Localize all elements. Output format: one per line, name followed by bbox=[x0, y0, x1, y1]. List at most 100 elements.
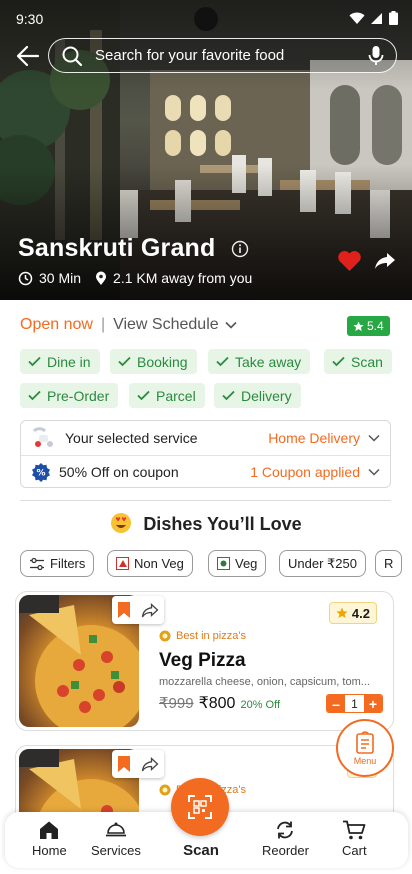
nav-cart[interactable]: Cart bbox=[342, 820, 367, 858]
delivery-scooter-icon bbox=[32, 427, 53, 447]
back-button[interactable] bbox=[14, 42, 42, 70]
view-schedule-button[interactable]: View Schedule bbox=[113, 316, 237, 334]
nav-reorder[interactable]: Reorder bbox=[262, 820, 309, 858]
filter-chip-veg[interactable]: Veg bbox=[208, 550, 267, 577]
filters-button[interactable]: Filters bbox=[20, 550, 95, 577]
coupon-label: 50% Off on coupon bbox=[59, 464, 179, 480]
battery-icon bbox=[389, 11, 398, 25]
quantity-stepper: – 1 + bbox=[326, 694, 383, 713]
dish-rating: 4.2 bbox=[351, 605, 370, 621]
heart-eyes-emoji-icon bbox=[111, 513, 132, 533]
filter-chip-under-250[interactable]: Under ₹250 bbox=[279, 550, 366, 577]
service-selection-box: Your selected service Home Delivery % 50… bbox=[20, 420, 391, 488]
search-bar[interactable]: Search for your favorite food bbox=[48, 38, 397, 73]
wifi-icon bbox=[349, 12, 365, 24]
medal-icon bbox=[159, 784, 171, 796]
chevron-down-icon bbox=[225, 321, 237, 329]
decrement-button[interactable]: – bbox=[327, 695, 345, 712]
discount-badge-icon: % bbox=[32, 463, 50, 482]
dish-actions bbox=[112, 750, 164, 778]
section-divider bbox=[20, 500, 391, 501]
dish-card[interactable]: 4.2 Best in pizza's Veg Pizza mozzarella… bbox=[15, 591, 394, 731]
check-icon bbox=[216, 356, 229, 367]
star-icon bbox=[353, 320, 364, 331]
menu-button[interactable]: Menu bbox=[336, 719, 394, 777]
service-chip-pre-order[interactable]: Pre-Order bbox=[20, 383, 119, 408]
menu-button-label: Menu bbox=[353, 755, 377, 766]
dish-actions bbox=[112, 596, 164, 624]
restaurant-hero: 9:30 Search for your favorite food Sansk… bbox=[0, 0, 412, 300]
service-chip-parcel[interactable]: Parcel bbox=[129, 383, 205, 408]
discounted-price: ₹800 bbox=[198, 695, 236, 712]
divider: | bbox=[100, 316, 106, 333]
heart-icon[interactable] bbox=[337, 250, 362, 272]
best-in-label: Best in pizza's bbox=[176, 630, 246, 642]
price-row: ₹999 ₹800 20% Off bbox=[159, 693, 280, 713]
coupon-row[interactable]: % 50% Off on coupon 1 Coupon applied bbox=[21, 455, 390, 489]
veg-icon bbox=[217, 557, 230, 570]
restaurant-rating: 5.4 bbox=[367, 319, 384, 333]
open-now-label: Open now bbox=[20, 316, 93, 333]
open-status-row: Open now | View Schedule bbox=[20, 316, 237, 334]
filter-chip-rating[interactable]: R bbox=[375, 550, 403, 577]
check-icon bbox=[28, 356, 41, 367]
filter-chip-label: Non Veg bbox=[134, 556, 184, 571]
service-chip-take-away[interactable]: Take away bbox=[208, 349, 311, 374]
dishes-title-text: Dishes You’ll Love bbox=[143, 514, 302, 534]
service-chip-label: Take away bbox=[235, 353, 302, 370]
bookmark-icon[interactable] bbox=[117, 755, 131, 773]
selected-service-value: Home Delivery bbox=[268, 430, 360, 446]
share-icon[interactable] bbox=[373, 251, 397, 271]
service-chip-label: Booking bbox=[137, 353, 188, 370]
clock-icon bbox=[18, 271, 33, 285]
chevron-down-icon bbox=[368, 468, 380, 476]
share-icon[interactable] bbox=[141, 756, 159, 772]
check-icon bbox=[118, 356, 131, 367]
qr-scan-icon bbox=[188, 795, 212, 819]
view-schedule-label: View Schedule bbox=[113, 316, 219, 333]
nav-label: Cart bbox=[342, 843, 367, 858]
original-price: ₹999 bbox=[159, 695, 194, 712]
service-chip-label: Scan bbox=[351, 353, 383, 370]
status-time: 9:30 bbox=[16, 11, 44, 27]
medal-icon bbox=[159, 630, 171, 642]
nav-label: Reorder bbox=[262, 843, 309, 858]
selected-service-label: Your selected service bbox=[65, 430, 198, 446]
scan-button[interactable] bbox=[171, 778, 229, 836]
share-icon[interactable] bbox=[141, 602, 159, 618]
service-chip-dine-in[interactable]: Dine in bbox=[20, 349, 100, 374]
service-chip-scan[interactable]: Scan bbox=[324, 349, 392, 374]
search-icon bbox=[62, 46, 83, 66]
filter-chip-label: Filters bbox=[50, 556, 86, 571]
dish-name: Veg Pizza bbox=[159, 650, 246, 671]
sliders-icon bbox=[30, 557, 44, 570]
coupon-value: 1 Coupon applied bbox=[250, 464, 360, 480]
best-in-badge: Best in pizza's bbox=[159, 630, 246, 642]
dishes-section-title: Dishes You’ll Love bbox=[0, 512, 412, 535]
increment-button[interactable]: + bbox=[364, 695, 382, 712]
selected-service-row[interactable]: Your selected service Home Delivery bbox=[21, 421, 390, 455]
nav-home[interactable]: Home bbox=[32, 820, 67, 858]
restaurant-rating-badge: 5.4 bbox=[347, 316, 390, 336]
refresh-icon bbox=[277, 821, 294, 839]
distance: 2.1 KM away from you bbox=[113, 270, 253, 286]
info-icon[interactable] bbox=[231, 240, 249, 258]
search-input[interactable]: Search for your favorite food bbox=[95, 47, 368, 64]
arrow-left-icon bbox=[16, 45, 40, 67]
nav-label: Home bbox=[32, 843, 67, 858]
bookmark-icon[interactable] bbox=[117, 601, 131, 619]
home-icon bbox=[40, 821, 59, 839]
service-chip-booking[interactable]: Booking bbox=[110, 349, 197, 374]
restaurant-name: Sanskruti Grand bbox=[18, 234, 216, 262]
service-chip-label: Delivery bbox=[241, 387, 292, 404]
filter-chip-non-veg[interactable]: Non Veg bbox=[107, 550, 193, 577]
dish-description: mozzarella cheese, onion, capsicum, tom.… bbox=[159, 676, 370, 688]
filter-bar: Filters Non Veg Veg Under ₹250 R bbox=[20, 550, 412, 578]
nav-services[interactable]: Services bbox=[91, 820, 141, 858]
scan-label: Scan bbox=[183, 842, 219, 859]
microphone-icon[interactable] bbox=[368, 45, 384, 67]
signal-icon bbox=[371, 12, 382, 24]
filter-chip-label: Veg bbox=[235, 556, 258, 571]
check-icon bbox=[222, 390, 235, 401]
service-chip-delivery[interactable]: Delivery bbox=[214, 383, 301, 408]
